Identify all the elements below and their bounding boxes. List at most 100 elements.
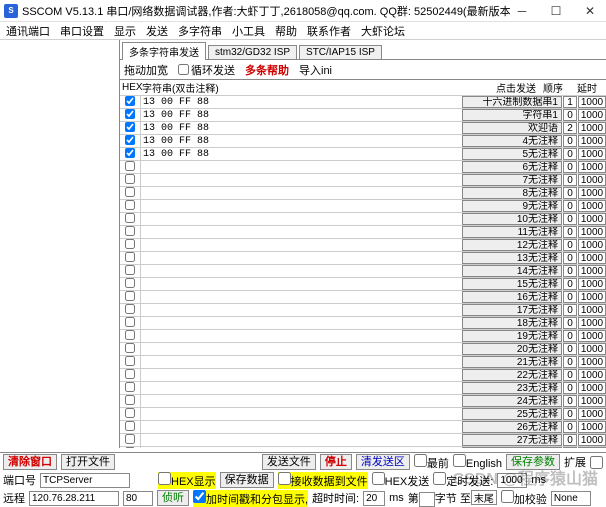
- row-delay-cell[interactable]: 1000: [578, 317, 606, 329]
- row-delay-cell[interactable]: 1000: [578, 382, 606, 394]
- row-delay-cell[interactable]: 1000: [578, 122, 606, 134]
- row-delay-cell[interactable]: 1000: [578, 96, 606, 108]
- row-order-cell[interactable]: 0: [563, 213, 577, 225]
- open-file-button[interactable]: 打开文件: [61, 454, 115, 470]
- row-delay-cell[interactable]: 1000: [578, 408, 606, 420]
- row-hex-checkbox[interactable]: [125, 278, 135, 288]
- hex-send-checkbox[interactable]: HEX发送: [372, 472, 430, 489]
- row-hex-checkbox[interactable]: [125, 122, 135, 132]
- row-order-cell[interactable]: 0: [563, 304, 577, 316]
- menu-item-3[interactable]: 发送: [146, 23, 168, 39]
- row-string-cell[interactable]: 13 00 FF 88: [140, 135, 462, 147]
- row-send-button[interactable]: 21无注释: [462, 356, 562, 368]
- row-order-cell[interactable]: 0: [563, 226, 577, 238]
- menu-item-5[interactable]: 小工具: [232, 23, 265, 39]
- row-hex-checkbox[interactable]: [125, 395, 135, 405]
- row-hex-checkbox[interactable]: [125, 148, 135, 158]
- row-hex-checkbox[interactable]: [125, 213, 135, 223]
- row-delay-cell[interactable]: 1000: [578, 369, 606, 381]
- row-hex-checkbox[interactable]: [125, 356, 135, 366]
- row-delay-cell[interactable]: 1000: [578, 421, 606, 433]
- row-string-cell[interactable]: [140, 252, 462, 264]
- row-send-button[interactable]: 7无注释: [462, 174, 562, 186]
- row-string-cell[interactable]: [140, 343, 462, 355]
- row-send-button[interactable]: 13无注释: [462, 252, 562, 264]
- row-hex-checkbox[interactable]: [125, 421, 135, 431]
- row-string-cell[interactable]: [140, 408, 462, 420]
- send-file-button[interactable]: 发送文件: [262, 454, 316, 470]
- timed-send-checkbox[interactable]: 定时发送:: [433, 472, 493, 489]
- row-delay-cell[interactable]: 1000: [578, 356, 606, 368]
- row-delay-cell[interactable]: 1000: [578, 330, 606, 342]
- row-hex-checkbox[interactable]: [125, 109, 135, 119]
- row-hex-checkbox[interactable]: [125, 343, 135, 353]
- row-hex-checkbox[interactable]: [125, 317, 135, 327]
- tab-stc[interactable]: STC/IAP15 ISP: [299, 45, 382, 59]
- row-order-cell[interactable]: 0: [563, 252, 577, 264]
- row-order-cell[interactable]: 0: [563, 135, 577, 147]
- row-string-cell[interactable]: 13 00 FF 88: [140, 122, 462, 134]
- row-order-cell[interactable]: 0: [563, 382, 577, 394]
- listen-button[interactable]: 侦听: [157, 490, 189, 506]
- row-string-cell[interactable]: [140, 434, 462, 446]
- row-string-cell[interactable]: [140, 330, 462, 342]
- row-send-button[interactable]: 26无注释: [462, 421, 562, 433]
- menu-item-2[interactable]: 显示: [114, 23, 136, 39]
- save-param-button[interactable]: 保存参数: [506, 454, 560, 470]
- row-order-cell[interactable]: 0: [563, 161, 577, 173]
- stop-button[interactable]: 停止: [320, 454, 352, 470]
- byte-to-input[interactable]: [471, 490, 497, 505]
- row-send-button[interactable]: 12无注释: [462, 239, 562, 251]
- row-send-button[interactable]: 6无注释: [462, 161, 562, 173]
- row-send-button[interactable]: 23无注释: [462, 382, 562, 394]
- row-hex-checkbox[interactable]: [125, 265, 135, 275]
- row-hex-checkbox[interactable]: [125, 96, 135, 106]
- row-string-cell[interactable]: [140, 278, 462, 290]
- row-string-cell[interactable]: [140, 187, 462, 199]
- row-send-button[interactable]: 11无注释: [462, 226, 562, 238]
- topmost-checkbox[interactable]: 最前: [414, 454, 449, 471]
- row-string-cell[interactable]: [140, 291, 462, 303]
- row-send-button[interactable]: 27无注释: [462, 434, 562, 446]
- row-send-button[interactable]: 字符串1: [462, 109, 562, 121]
- row-delay-cell[interactable]: 1000: [578, 252, 606, 264]
- row-hex-checkbox[interactable]: [125, 304, 135, 314]
- row-order-cell[interactable]: 0: [563, 317, 577, 329]
- row-send-button[interactable]: 25无注释: [462, 408, 562, 420]
- row-order-cell[interactable]: 0: [563, 369, 577, 381]
- row-hex-checkbox[interactable]: [125, 434, 135, 444]
- row-send-button[interactable]: 14无注释: [462, 265, 562, 277]
- row-string-cell[interactable]: 13 00 FF 88: [140, 148, 462, 160]
- byte-from-input[interactable]: [419, 492, 435, 507]
- row-order-cell[interactable]: 0: [563, 434, 577, 446]
- row-send-button[interactable]: 19无注释: [462, 330, 562, 342]
- row-delay-cell[interactable]: 1000: [578, 278, 606, 290]
- row-order-cell[interactable]: 1: [563, 96, 577, 108]
- row-hex-checkbox[interactable]: [125, 408, 135, 418]
- row-send-button[interactable]: 22无注释: [462, 369, 562, 381]
- row-delay-cell[interactable]: 1000: [578, 447, 606, 448]
- row-order-cell[interactable]: 0: [563, 109, 577, 121]
- row-delay-cell[interactable]: 1000: [578, 291, 606, 303]
- checksum-checkbox[interactable]: 加校验: [501, 490, 547, 507]
- row-delay-cell[interactable]: 1000: [578, 239, 606, 251]
- row-hex-checkbox[interactable]: [125, 291, 135, 301]
- row-delay-cell[interactable]: 1000: [578, 395, 606, 407]
- row-order-cell[interactable]: 0: [563, 343, 577, 355]
- expand-label[interactable]: 扩展: [564, 454, 586, 470]
- menu-item-1[interactable]: 串口设置: [60, 23, 104, 39]
- row-string-cell[interactable]: [140, 447, 462, 448]
- row-string-cell[interactable]: [140, 369, 462, 381]
- row-order-cell[interactable]: 0: [563, 239, 577, 251]
- row-delay-cell[interactable]: 1000: [578, 148, 606, 160]
- row-string-cell[interactable]: [140, 382, 462, 394]
- menu-item-8[interactable]: 大虾论坛: [361, 23, 405, 39]
- row-string-cell[interactable]: [140, 213, 462, 225]
- row-string-cell[interactable]: [140, 304, 462, 316]
- close-icon[interactable]: ✕: [578, 4, 602, 18]
- row-send-button[interactable]: 10无注释: [462, 213, 562, 225]
- row-delay-cell[interactable]: 1000: [578, 265, 606, 277]
- expand-checkbox[interactable]: [590, 456, 603, 469]
- row-string-cell[interactable]: [140, 356, 462, 368]
- checksum-type[interactable]: [551, 491, 591, 506]
